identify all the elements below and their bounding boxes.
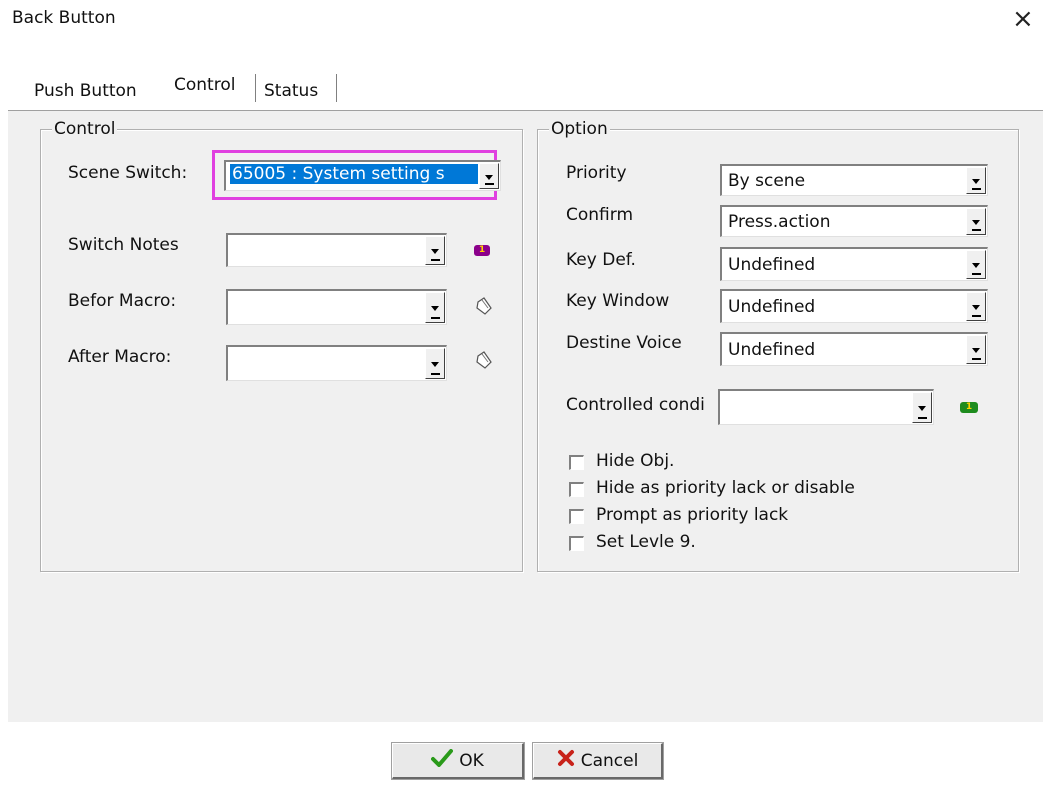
switch-notes-label: Switch Notes (68, 235, 179, 255)
prompt-priority-lack-checkbox[interactable] (569, 509, 584, 524)
prompt-priority-lack-label: Prompt as priority lack (596, 505, 789, 525)
cancel-button[interactable]: Cancel (532, 742, 664, 780)
chevron-down-icon[interactable] (912, 392, 932, 423)
confirm-value: Press.action (728, 212, 831, 232)
key-window-label: Key Window (566, 291, 670, 311)
destine-voice-label: Destine Voice (566, 333, 682, 353)
tab-control[interactable]: Control (174, 70, 235, 100)
controlled-condition-select[interactable] (718, 389, 934, 425)
option-group-legend: Option (549, 119, 610, 139)
notes-badge-icon[interactable]: 1 (474, 245, 490, 256)
confirm-select[interactable]: Press.action (720, 205, 988, 237)
hide-obj-checkbox[interactable] (569, 455, 584, 470)
control-group-legend: Control (52, 119, 118, 139)
dialog-title: Back Button (12, 8, 116, 28)
tab-status[interactable]: Status (264, 76, 318, 106)
key-window-select[interactable]: Undefined (720, 289, 988, 323)
destine-voice-value: Undefined (728, 340, 816, 360)
macro-edit-icon[interactable] (474, 350, 494, 377)
ok-button-label: OK (459, 750, 484, 771)
ok-button[interactable]: OK (391, 742, 525, 780)
chevron-down-icon[interactable] (425, 236, 445, 265)
scene-switch-select[interactable]: 65005 : System setting s (224, 160, 501, 191)
scene-switch-label: Scene Switch: (68, 163, 188, 183)
after-macro-label: After Macro: (68, 347, 172, 367)
controlled-condition-label: Controlled condi (566, 395, 705, 415)
set-level-9-checkbox[interactable] (569, 536, 584, 551)
switch-notes-select[interactable] (226, 233, 447, 267)
checkmark-icon (431, 749, 454, 772)
tab-separator (336, 74, 340, 102)
condition-badge-icon[interactable]: 1 (960, 402, 978, 413)
chevron-down-icon[interactable] (966, 250, 986, 279)
key-def-select[interactable]: Undefined (720, 247, 988, 281)
scene-switch-value: 65005 : System setting s (230, 164, 478, 184)
close-icon[interactable]: × (1012, 4, 1034, 34)
chevron-down-icon[interactable] (966, 292, 986, 321)
hide-obj-label: Hide Obj. (596, 451, 675, 471)
priority-value: By scene (728, 171, 806, 191)
before-macro-select[interactable] (226, 289, 447, 325)
set-level-9-label: Set Levle 9. (596, 532, 696, 552)
priority-select[interactable]: By scene (720, 164, 988, 196)
chevron-down-icon[interactable] (479, 163, 499, 189)
tab-separator (255, 74, 259, 102)
chevron-down-icon[interactable] (966, 167, 986, 194)
key-window-value: Undefined (728, 297, 816, 317)
tab-push-button[interactable]: Push Button (34, 76, 137, 106)
priority-label: Priority (566, 163, 627, 183)
hide-priority-lack-label: Hide as priority lack or disable (596, 478, 855, 498)
key-def-label: Key Def. (566, 250, 636, 270)
key-def-value: Undefined (728, 255, 816, 275)
hide-priority-lack-checkbox[interactable] (569, 482, 584, 497)
confirm-label: Confirm (566, 205, 634, 225)
chevron-down-icon[interactable] (425, 292, 445, 323)
before-macro-label: Befor Macro: (68, 291, 177, 311)
after-macro-select[interactable] (226, 345, 447, 381)
chevron-down-icon[interactable] (425, 348, 445, 379)
cancel-x-icon (557, 749, 575, 772)
chevron-down-icon[interactable] (966, 335, 986, 364)
chevron-down-icon[interactable] (966, 208, 986, 235)
macro-edit-icon[interactable] (474, 296, 494, 323)
destine-voice-select[interactable]: Undefined (720, 332, 988, 366)
tab-strip-border (8, 110, 1043, 111)
cancel-button-label: Cancel (580, 750, 639, 771)
